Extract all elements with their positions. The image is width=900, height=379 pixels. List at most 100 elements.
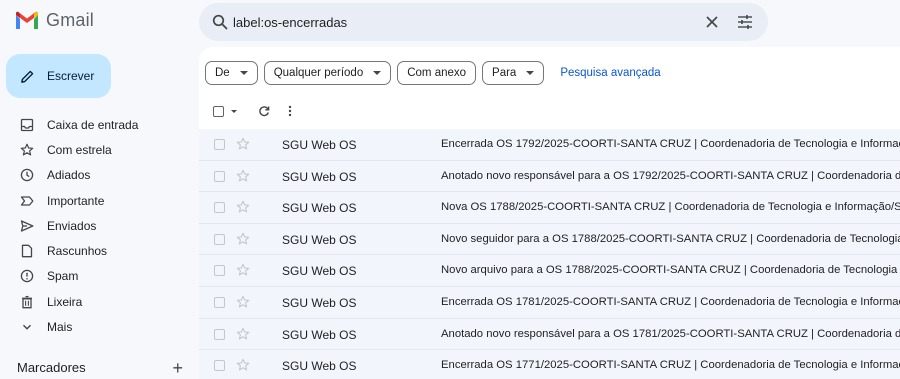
row-checkbox[interactable]	[214, 296, 225, 308]
search-options-icon[interactable]	[737, 14, 753, 30]
sidebar-item-label: Adiados	[47, 168, 91, 183]
email-sender: SGU Web OS	[282, 232, 357, 247]
refresh-icon[interactable]	[258, 105, 270, 117]
star-icon[interactable]	[236, 263, 250, 277]
caret-down-icon	[239, 71, 248, 75]
chevron-down-icon	[23, 324, 31, 330]
sidebar-item-important[interactable]: Importante	[0, 188, 190, 213]
row-checkbox[interactable]	[214, 139, 225, 150]
more-vert-icon[interactable]	[288, 105, 292, 117]
star-icon[interactable]	[236, 137, 250, 151]
email-sender: SGU Web OS	[282, 169, 357, 184]
list-toolbar	[213, 103, 292, 119]
email-row[interactable]: SGU Web OS Novo seguidor para a OS 1788/…	[199, 223, 900, 256]
filter-attachment-label: Com anexo	[407, 67, 467, 79]
sidebar-item-sent[interactable]: Enviados	[0, 213, 190, 238]
sidebar-item-label: Com estrela	[47, 142, 112, 157]
select-all-checkbox[interactable]	[213, 105, 224, 117]
trash-icon	[22, 295, 32, 309]
sidebar-item-label: Lixeira	[47, 294, 83, 309]
filter-from-button[interactable]: De	[205, 61, 258, 85]
clock-icon	[20, 168, 34, 182]
email-row[interactable]: SGU Web OS Encerrada OS 1771/2025-COORTI…	[199, 350, 900, 379]
sidebar-item-label: Spam	[47, 269, 79, 284]
sidebar-item-label: Importante	[47, 193, 105, 208]
email-row[interactable]: SGU Web OS Anotado novo responsável para…	[199, 318, 900, 351]
sidebar-item-inbox[interactable]: Caixa de entrada	[0, 112, 190, 137]
email-subject: Nova OS 1788/2025-COORTI-SANTA CRUZ | Co…	[441, 201, 900, 214]
filter-to-button[interactable]: Para	[482, 61, 545, 85]
sidebar-item-drafts[interactable]: Rascunhos	[0, 238, 190, 263]
sidebar-item-trash[interactable]: Lixeira	[0, 289, 190, 314]
compose-button[interactable]: Escrever	[6, 54, 111, 98]
row-checkbox[interactable]	[214, 265, 225, 277]
select-menu-caret-icon[interactable]	[231, 109, 237, 113]
email-row[interactable]: SGU Web OS Nova OS 1788/2025-COORTI-SANT…	[199, 192, 900, 224]
email-subject: Novo arquivo para a OS 1788/2025-COORTI-…	[441, 264, 900, 277]
search-bar	[199, 3, 768, 41]
filter-period-button[interactable]: Qualquer período	[263, 61, 392, 85]
caret-down-icon	[526, 71, 535, 75]
row-checkbox[interactable]	[214, 233, 225, 245]
star-icon	[20, 143, 34, 156]
sidebar-item-label: Mais	[47, 320, 73, 335]
email-row[interactable]: SGU Web OS Novo arquivo para a OS 1788/2…	[199, 255, 900, 287]
email-sender: SGU Web OS	[282, 359, 357, 374]
email-sender: SGU Web OS	[282, 327, 357, 342]
email-sender: SGU Web OS	[282, 138, 357, 152]
spam-icon	[20, 270, 34, 283]
star-icon[interactable]	[236, 358, 250, 372]
star-icon[interactable]	[236, 327, 250, 341]
mail-list-panel: De Qualquer período Com anexo Para Pesqu…	[199, 47, 900, 379]
email-row[interactable]: SGU Web OS Anotado novo responsável para…	[199, 160, 900, 193]
email-subject: Encerrada OS 1771/2025-COORTI-SANTA CRUZ…	[441, 359, 900, 372]
pencil-icon	[21, 70, 34, 83]
add-label-icon[interactable]: +	[172, 359, 183, 377]
draft-icon	[21, 244, 33, 258]
email-row[interactable]: SGU Web OS Encerrada OS 1781/2025-COORTI…	[199, 286, 900, 319]
email-subject: Anotado novo responsável para a OS 1781/…	[441, 327, 900, 340]
filter-attachment-button[interactable]: Com anexo	[397, 61, 477, 85]
email-subject: Encerrada OS 1792/2025-COORTI-SANTA CRUZ…	[441, 138, 900, 150]
email-subject: Encerrada OS 1781/2025-COORTI-SANTA CRUZ…	[441, 295, 900, 308]
email-list: SGU Web OS Encerrada OS 1792/2025-COORTI…	[199, 129, 900, 379]
sidebar-item-more[interactable]: Mais	[0, 314, 190, 339]
gmail-app: Gmail Escrever	[0, 0, 900, 379]
email-sender: SGU Web OS	[282, 295, 357, 310]
inbox-icon	[20, 118, 34, 131]
email-sender: SGU Web OS	[282, 201, 357, 216]
labels-heading: Marcadores	[17, 360, 86, 375]
app-name: Gmail	[46, 10, 95, 30]
email-sender: SGU Web OS	[282, 264, 357, 279]
sidebar-item-label: Caixa de entrada	[47, 117, 139, 132]
star-icon[interactable]	[236, 295, 250, 309]
labels-section: Marcadores +	[17, 359, 183, 377]
row-checkbox[interactable]	[214, 170, 225, 182]
email-subject: Anotado novo responsável para a OS 1792/…	[441, 169, 900, 182]
search-icon[interactable]	[212, 14, 228, 30]
row-checkbox[interactable]	[214, 360, 225, 372]
row-checkbox[interactable]	[214, 202, 225, 214]
sidebar-item-label: Enviados	[47, 218, 97, 233]
filter-period-label: Qualquer período	[273, 67, 364, 79]
sidebar-item-spam[interactable]: Spam	[0, 264, 190, 289]
row-checkbox[interactable]	[214, 328, 225, 340]
search-input[interactable]	[233, 11, 673, 33]
email-subject: Novo seguidor para a OS 1788/2025-COORTI…	[441, 232, 900, 245]
filter-from-label: De	[215, 67, 230, 79]
star-icon[interactable]	[236, 232, 250, 246]
sidebar-item-snoozed[interactable]: Adiados	[0, 163, 190, 188]
star-icon[interactable]	[236, 169, 250, 183]
caret-down-icon	[373, 71, 382, 75]
sidebar-nav: Caixa de entrada Com estrela Adiados Imp…	[0, 112, 190, 340]
email-row[interactable]: SGU Web OS Encerrada OS 1792/2025-COORTI…	[199, 129, 900, 161]
clear-search-icon[interactable]	[704, 14, 720, 30]
gmail-m-icon	[16, 11, 38, 29]
sidebar-item-starred[interactable]: Com estrela	[0, 137, 190, 162]
label-important-icon	[20, 195, 34, 206]
filter-to-label: Para	[492, 67, 517, 79]
gmail-logo[interactable]: Gmail	[14, 10, 94, 31]
sidebar-item-label: Rascunhos	[47, 244, 108, 259]
star-icon[interactable]	[236, 200, 250, 214]
advanced-search-link[interactable]: Pesquisa avançada	[560, 67, 660, 79]
